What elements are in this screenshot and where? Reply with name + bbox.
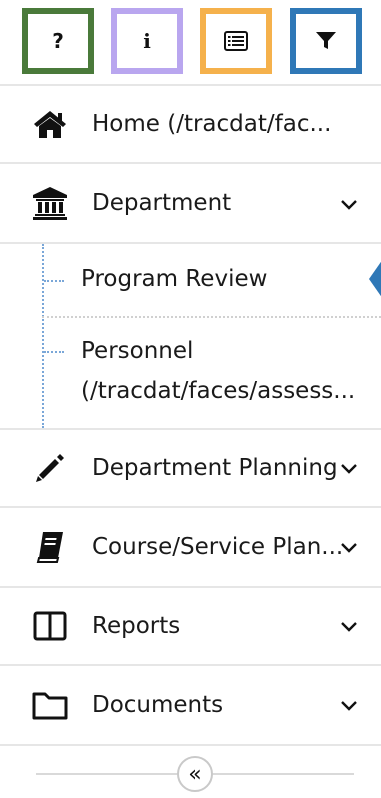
collapse-sidebar-button[interactable]: «: [177, 756, 213, 792]
filter-icon: [316, 32, 336, 49]
columns-icon: [30, 606, 70, 646]
nav-subitem-label: Program Review: [81, 266, 268, 292]
nav-item-label: Home (/tracdat/fac...: [92, 111, 332, 137]
list-icon: [224, 31, 248, 51]
nav-item-reports[interactable]: Reports: [0, 588, 381, 664]
double-chevron-left-icon: «: [188, 761, 202, 787]
nav-subitem-label: (/tracdat/faces/assess...: [81, 378, 356, 404]
filter-button[interactable]: [290, 8, 362, 74]
help-button[interactable]: ?: [22, 8, 94, 74]
institution-icon: [30, 183, 70, 223]
home-icon: [30, 104, 70, 144]
nav-item-label: Department Planning: [92, 455, 338, 481]
nav-subitem-label: Personnel: [81, 338, 194, 364]
chevron-up-icon: [341, 200, 357, 210]
nav-item-course-service-plan[interactable]: Course/Service Plan...: [0, 508, 381, 586]
nav-item-department[interactable]: Department: [0, 164, 381, 242]
chevron-down-icon: [341, 464, 357, 474]
nav-subitem-personnel[interactable]: Personnel (/tracdat/faces/assess...: [0, 318, 381, 428]
nav-item-label: Reports: [92, 613, 181, 639]
list-button[interactable]: [200, 8, 272, 74]
nav-item-home[interactable]: Home (/tracdat/fac...: [0, 86, 381, 162]
tree-connector: [44, 280, 64, 282]
tree-connector: [44, 351, 64, 353]
folder-icon: [30, 685, 70, 725]
nav-item-label: Documents: [92, 692, 224, 718]
pencil-icon: [30, 448, 70, 488]
chevron-down-icon: [341, 543, 357, 553]
chevron-down-icon: [341, 701, 357, 711]
info-icon: i: [143, 29, 151, 53]
toolbar: ? i: [22, 8, 367, 74]
nav-item-label: Department: [92, 190, 232, 216]
chevron-down-icon: [341, 622, 357, 632]
info-button[interactable]: i: [111, 8, 183, 74]
help-icon: ?: [52, 29, 64, 53]
divider: [0, 744, 381, 746]
nav-item-label: Course/Service Plan...: [92, 534, 344, 560]
nav-item-documents[interactable]: Documents: [0, 666, 381, 744]
nav-subitem-program-review[interactable]: Program Review: [0, 244, 381, 316]
active-indicator: [369, 259, 381, 299]
nav-item-department-planning[interactable]: Department Planning: [0, 430, 381, 506]
book-icon: [30, 527, 70, 567]
